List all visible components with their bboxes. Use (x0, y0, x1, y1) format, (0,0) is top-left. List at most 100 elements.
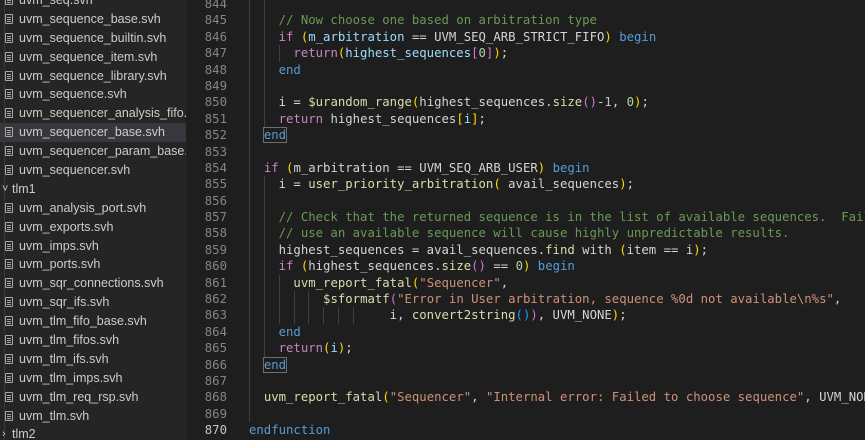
file-item[interactable]: uvm_tlm_fifos.svh (0, 331, 186, 350)
chevron-right-icon[interactable]: › (2, 425, 6, 440)
code-line[interactable]: 862 $sformatf("Error in User arbitration… (186, 291, 865, 308)
indent-guide (249, 143, 250, 160)
code-text: end (249, 62, 301, 78)
code-line[interactable]: 864 end (186, 323, 865, 341)
code-token: == UVM_SEQ_ARB_STRICT_FIFO (404, 29, 605, 44)
file-item[interactable]: uvm_tlm.svh (0, 407, 186, 426)
file-item[interactable]: uvm_tlm_fifo_base.svh (0, 312, 186, 331)
file-item[interactable]: uvm_tlm_req_rsp.svh (0, 388, 186, 407)
file-item[interactable]: uvm_analysis_port.svh (0, 199, 186, 218)
code-line[interactable]: 870 endfunction (186, 422, 865, 438)
code-line[interactable]: 857 // Check that the returned sequence … (186, 209, 865, 226)
code-token: // use an available sequence will cause … (249, 226, 790, 241)
code-line[interactable]: 851 return highest_sequences[i]; (186, 110, 865, 128)
code-token: ) (493, 46, 501, 61)
code-token: ; (641, 95, 649, 110)
code-line[interactable]: 854 if (m_arbitration == UVM_SEQ_ARB_USE… (186, 159, 865, 177)
code-line[interactable]: 867 (186, 372, 865, 390)
code-token: , (833, 292, 842, 307)
code-token: highest_sequences. (419, 95, 553, 110)
file-item[interactable]: uvm_sequence.svh (0, 85, 186, 104)
file-name-label: uvm_sequence_item.svh (19, 49, 158, 64)
file-item[interactable]: uvm_sequence_library.svh (0, 67, 186, 86)
file-item[interactable]: uvm_tlm_imps.svh (0, 369, 186, 388)
file-icon (5, 108, 13, 119)
code-token: ) (604, 29, 612, 44)
code-line[interactable]: 846 if (m_arbitration == UVM_SEQ_ARB_STR… (186, 28, 865, 46)
code-line[interactable]: 861 uvm_report_fatal("Sequencer", (186, 274, 865, 292)
code-token: ; (478, 111, 486, 126)
code-line[interactable]: 844 (186, 0, 865, 13)
file-name-label: uvm_sequencer_analysis_fifo.svh (19, 106, 186, 121)
code-editor[interactable]: 844 845 // Now choose one based on arbitr… (186, 0, 865, 440)
file-item[interactable]: uvm_sequencer_base.svh (0, 123, 186, 143)
code-token: i (463, 111, 472, 126)
code-line[interactable]: 852 end (186, 127, 865, 144)
file-item[interactable]: uvm_seq.svh (0, 0, 186, 10)
code-line[interactable]: 869 (186, 405, 865, 423)
code-line[interactable]: 860 if (highest_sequences.size() == 0) b… (186, 258, 865, 275)
code-text: if (m_arbitration == UVM_SEQ_ARB_USER) b… (249, 160, 590, 176)
code-token: find (545, 242, 575, 257)
file-item[interactable]: uvm_sequencer_analysis_fifo.svh (0, 104, 186, 123)
file-name-label: uvm_analysis_port.svh (19, 200, 147, 215)
file-item[interactable]: uvm_sequence_builtin.svh (0, 29, 186, 48)
code-token: "Internal error: Failed to choose sequen… (485, 390, 805, 405)
code-line[interactable]: 856 (186, 192, 865, 210)
code-text: i, convert2string()), UVM_NONE); (249, 307, 627, 323)
folder-item[interactable]: ˅ tlm1 (0, 180, 186, 199)
code-text: highest_sequences = avail_sequences.find… (249, 242, 708, 258)
code-line[interactable]: 866 end (186, 356, 865, 373)
indent-guide (263, 77, 265, 95)
code-line[interactable]: 863 i, convert2string()), UVM_NONE); (186, 307, 865, 324)
code-token: uvm_report_fatal (293, 275, 412, 290)
file-icon (5, 353, 13, 364)
code-token: ( (389, 292, 398, 307)
file-item[interactable]: uvm_sqr_ifs.svh (0, 293, 186, 312)
code-line[interactable]: 855 i = user_priority_arbitration( avail… (186, 176, 865, 193)
file-icon (5, 391, 13, 402)
code-line[interactable]: 853 (186, 143, 865, 160)
file-tree: uvm_seq.svh uvm_sequence_base.svh uvm_sequ… (0, 0, 186, 440)
file-item[interactable]: uvm_sequence_base.svh (0, 10, 186, 29)
code-line[interactable]: 847 return(highest_sequences[0]); (186, 45, 865, 62)
code-token: ( (582, 95, 590, 110)
code-line[interactable]: 859 highest_sequences = avail_sequences.… (186, 241, 865, 259)
code-line[interactable]: 868 uvm_report_fatal("Sequencer", "Inter… (186, 389, 865, 406)
line-number: 844 (204, 0, 227, 11)
code-line[interactable]: 850 i = $urandom_range (highest_sequences… (186, 94, 865, 111)
file-item[interactable]: uvm_exports.svh (0, 218, 186, 237)
file-explorer: uvm_seq.svh uvm_sequence_base.svh uvm_sequ… (0, 0, 186, 440)
code-token: ( (515, 308, 523, 323)
indent-guide (249, 77, 250, 95)
file-icon (5, 278, 13, 289)
code-text: if (m_arbitration == UVM_SEQ_ARB_STRICT_… (249, 29, 657, 45)
chevron-down-icon[interactable]: ˅ (2, 180, 8, 199)
file-item[interactable]: uvm_sqr_connections.svh (0, 274, 186, 293)
folder-item[interactable]: › tlm2 (0, 425, 186, 440)
file-item[interactable]: uvm_tlm_ifs.svh (0, 350, 186, 369)
file-item[interactable]: uvm_sequence_item.svh (0, 48, 186, 67)
code-token: end (278, 324, 301, 339)
indent-guide (249, 192, 250, 210)
code-text: // use an available sequence will cause … (249, 225, 790, 241)
code-line[interactable]: 845 // Now choose one based on arbitrati… (186, 12, 865, 29)
code-line[interactable]: 848 end (186, 61, 865, 78)
code-line[interactable]: 865 return(i); (186, 340, 865, 357)
code-token: $sformatf (323, 292, 390, 307)
code-token: // Now choose one based on arbitration t… (249, 13, 597, 28)
code-token: ; (700, 242, 709, 257)
file-item[interactable]: uvm_sequencer_param_base.svh (0, 142, 186, 161)
file-item[interactable]: uvm_imps.svh (0, 237, 186, 256)
code-line[interactable]: 849 (186, 77, 865, 95)
code-token: "Error in User arbitration, sequence %0d… (397, 292, 834, 307)
code-line[interactable]: 858 // use an available sequence will ca… (186, 225, 865, 242)
line-number: 864 (204, 324, 227, 339)
code-token: ) (589, 95, 597, 110)
file-name-label: uvm_sqr_ifs.svh (19, 295, 110, 310)
code-token: i, (249, 308, 412, 323)
file-icon (5, 127, 13, 138)
file-item[interactable]: uvm_ports.svh (0, 255, 186, 274)
file-item[interactable]: uvm_sequencer.svh (0, 161, 186, 180)
